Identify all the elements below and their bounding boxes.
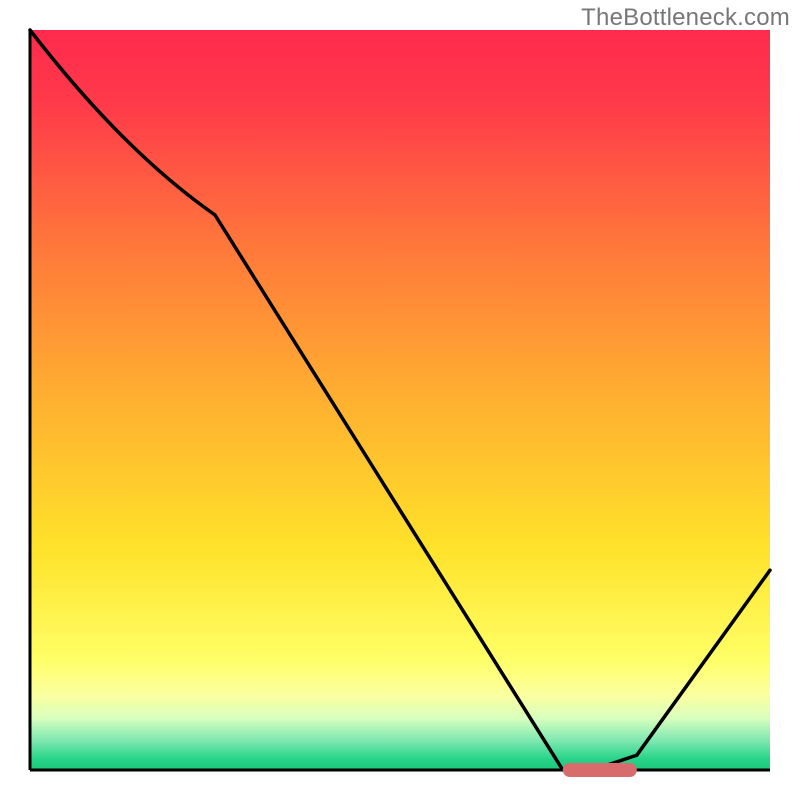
optimal-marker — [563, 763, 637, 777]
chart-container: TheBottleneck.com — [0, 0, 800, 800]
bottleneck-chart — [0, 0, 800, 800]
plot-background — [30, 30, 770, 770]
